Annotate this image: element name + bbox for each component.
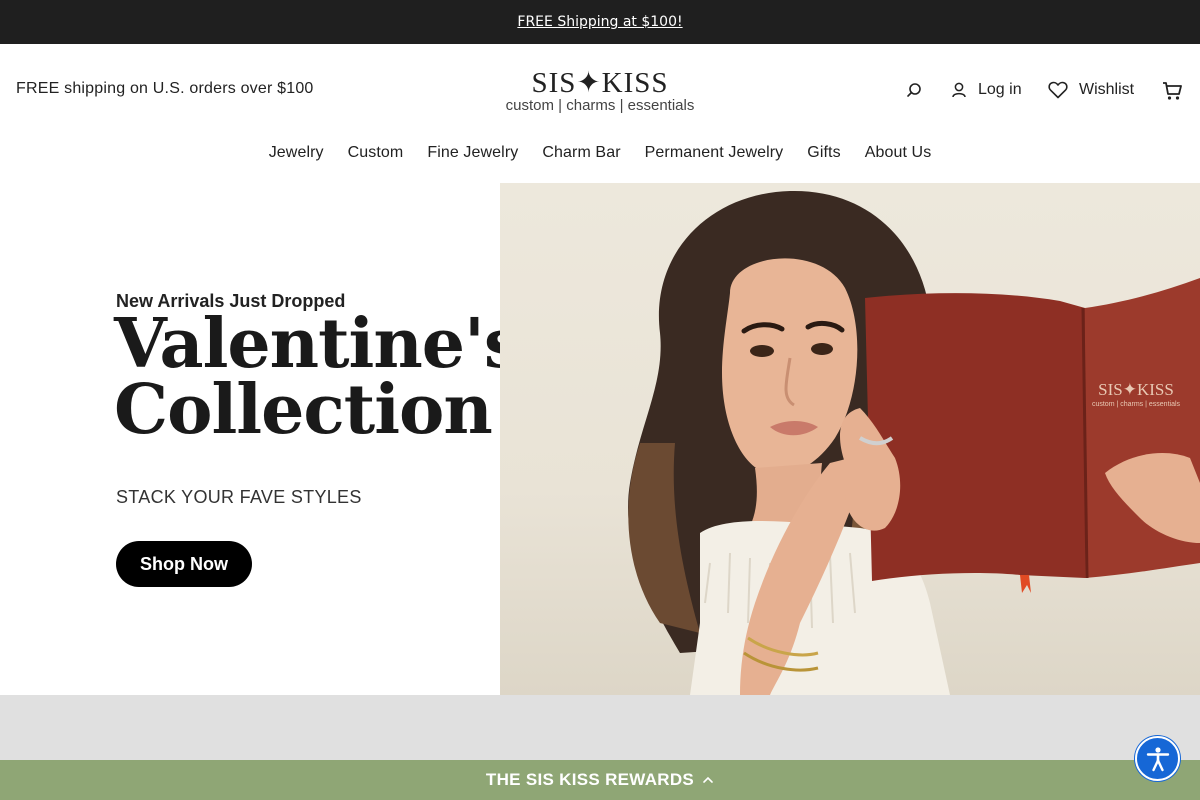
login-label: Log in — [978, 81, 1022, 98]
section-divider-band — [0, 695, 1200, 760]
heart-icon — [1048, 81, 1068, 99]
user-icon — [952, 82, 966, 98]
announcement-bar: FREE Shipping at $100! — [0, 0, 1200, 44]
site-header: FREE shipping on U.S. orders over $100 S… — [0, 44, 1200, 136]
shipping-note: FREE shipping on U.S. orders over $100 — [16, 80, 314, 97]
accessibility-button[interactable] — [1135, 736, 1180, 781]
hero-headline: Valentine's Collection — [114, 304, 522, 450]
nav-item-jewelry[interactable]: Jewelry — [269, 144, 324, 162]
search-button[interactable] — [906, 82, 924, 100]
announcement-link[interactable]: FREE Shipping at $100! — [517, 14, 682, 30]
login-link[interactable]: Log in — [952, 78, 1022, 102]
nav-item-permanent-jewelry[interactable]: Permanent Jewelry — [645, 144, 784, 162]
hero-text-panel: New Arrivals Just Dropped Valentine's Co… — [0, 183, 522, 695]
main-nav: Jewelry Custom Fine Jewelry Charm Bar Pe… — [0, 136, 1200, 183]
chevron-up-icon — [703, 776, 713, 783]
nav-item-fine-jewelry[interactable]: Fine Jewelry — [427, 144, 518, 162]
site-logo[interactable]: SIS✦KISS custom | charms | essentials — [500, 68, 700, 114]
logo-tagline: custom | charms | essentials — [505, 97, 695, 114]
wishlist-link[interactable]: Wishlist — [1048, 78, 1134, 102]
nav-item-gifts[interactable]: Gifts — [807, 144, 840, 162]
cart-button[interactable] — [1162, 81, 1182, 101]
rewards-label: THE SIS KISS REWARDS — [485, 770, 695, 789]
logo-wordmark: SIS✦KISS — [531, 67, 669, 99]
book-logo: SIS✦KISS — [1098, 380, 1174, 399]
hero-banner: New Arrivals Just Dropped Valentine's Co… — [0, 183, 1200, 695]
cart-icon — [1163, 82, 1182, 100]
hero-subline: STACK YOUR FAVE STYLES — [116, 487, 362, 507]
nav-item-custom[interactable]: Custom — [348, 144, 404, 162]
shop-now-button[interactable]: Shop Now — [116, 541, 252, 587]
accessibility-icon — [1146, 746, 1169, 771]
nav-item-charm-bar[interactable]: Charm Bar — [542, 144, 620, 162]
hero-image: SIS✦KISS custom | charms | essentials — [500, 183, 1200, 695]
search-icon — [907, 83, 921, 97]
nav-item-about-us[interactable]: About Us — [865, 144, 932, 162]
wishlist-label: Wishlist — [1079, 81, 1135, 98]
rewards-bar[interactable]: THE SIS KISS REWARDS — [0, 760, 1200, 800]
book-logo-tagline: custom | charms | essentials — [1092, 401, 1181, 408]
hero-photo-illustration: SIS✦KISS custom | charms | essentials — [628, 190, 1200, 695]
